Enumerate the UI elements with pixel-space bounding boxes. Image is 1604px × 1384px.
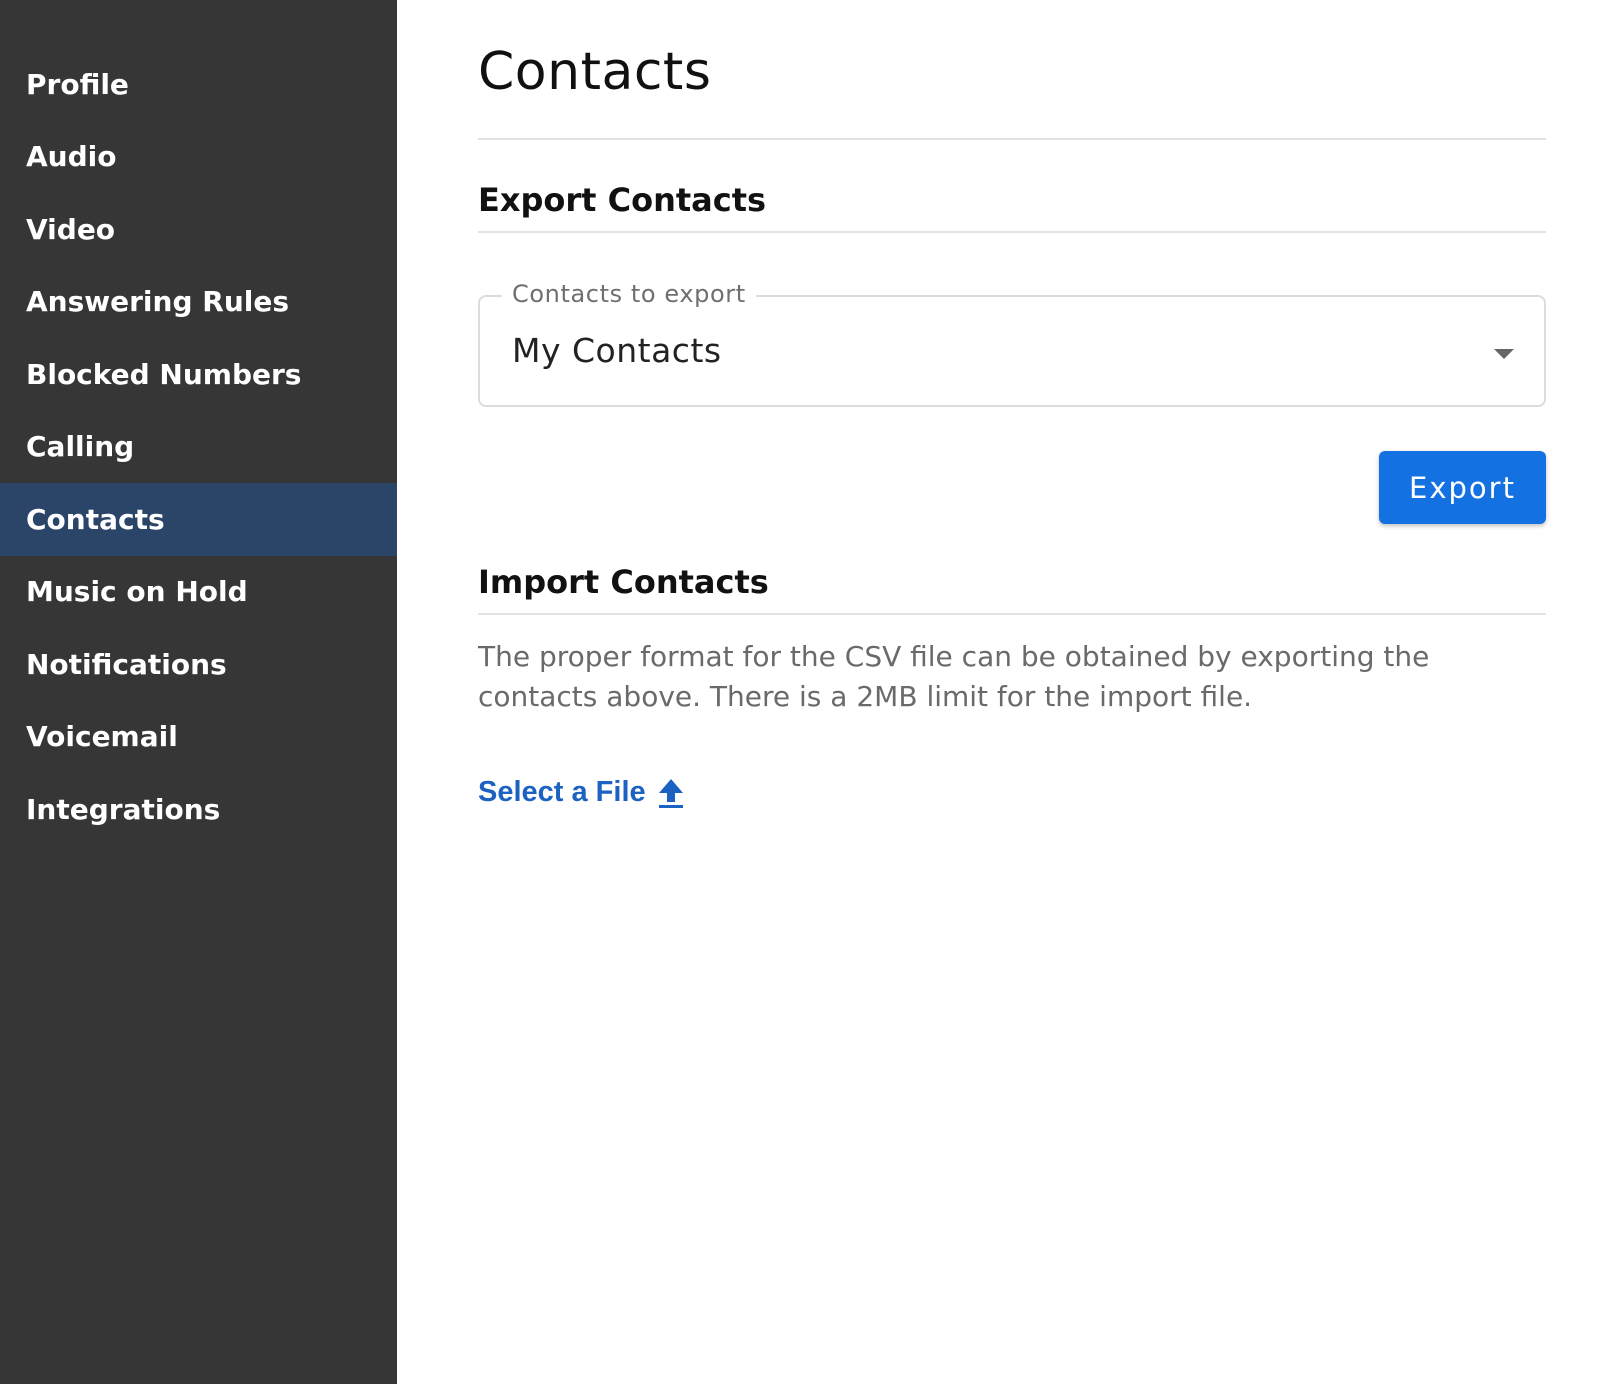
import-section-heading: Import Contacts <box>478 563 769 601</box>
sidebar-item-calling[interactable]: Calling <box>0 411 397 484</box>
page-title: Contacts <box>478 42 712 102</box>
export-section-heading: Export Contacts <box>478 181 767 219</box>
title-divider <box>478 138 1546 140</box>
sidebar-item-audio[interactable]: Audio <box>0 121 397 194</box>
sidebar-item-integrations[interactable]: Integrations <box>0 773 397 846</box>
sidebar-item-video[interactable]: Video <box>0 193 397 266</box>
sidebar-item-profile[interactable]: Profile <box>0 48 397 121</box>
export-button[interactable]: Export <box>1379 451 1546 524</box>
caret-down-icon[interactable] <box>1494 349 1514 359</box>
select-file-label: Select a File <box>478 776 646 808</box>
import-description: The proper format for the CSV file can b… <box>478 640 1430 713</box>
contacts-to-export-select[interactable]: Contacts to export My Contacts <box>478 280 1546 407</box>
import-section-divider <box>478 613 1546 615</box>
sidebar-item-contacts[interactable]: Contacts <box>0 483 397 556</box>
sidebar-item-voicemail[interactable]: Voicemail <box>0 701 397 774</box>
sidebar-item-notifications[interactable]: Notifications <box>0 628 397 701</box>
sidebar: Profile Audio Video Answering Rules Bloc… <box>0 0 397 1384</box>
contacts-to-export-value: My Contacts <box>512 331 722 370</box>
sidebar-item-blocked-numbers[interactable]: Blocked Numbers <box>0 338 397 411</box>
upload-icon <box>658 777 684 809</box>
settings-app: Profile Audio Video Answering Rules Bloc… <box>0 0 1604 1384</box>
sidebar-nav: Profile Audio Video Answering Rules Bloc… <box>0 48 397 846</box>
select-file-link[interactable]: Select a File <box>478 776 684 809</box>
sidebar-item-answering-rules[interactable]: Answering Rules <box>0 266 397 339</box>
export-section-divider <box>478 231 1546 233</box>
sidebar-item-music-on-hold[interactable]: Music on Hold <box>0 556 397 629</box>
contacts-to-export-label: Contacts to export <box>502 280 756 308</box>
